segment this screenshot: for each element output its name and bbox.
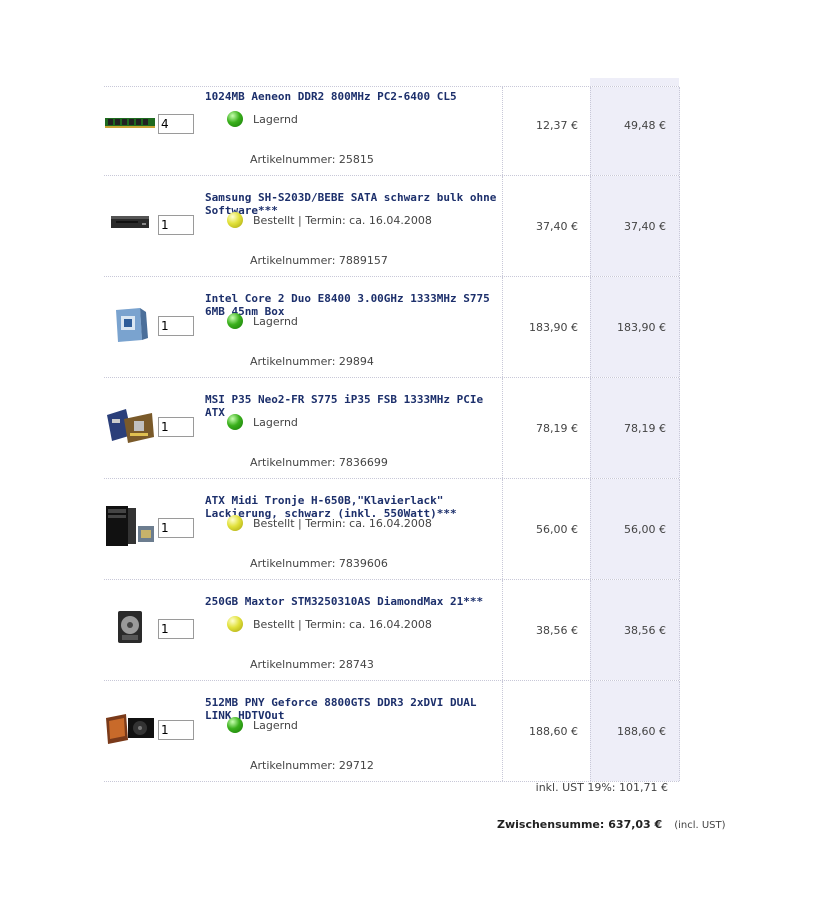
article-number: Artikelnummer: 7836699	[250, 456, 388, 469]
motherboard-icon[interactable]	[104, 405, 156, 445]
graphics-card-icon[interactable]	[104, 708, 156, 748]
status-yellow-icon	[227, 212, 243, 228]
cart-item-row: 250GB Maxtor STM3250310AS DiamondMax 21*…	[104, 580, 680, 681]
product-title-link[interactable]: 1024MB Aeneon DDR2 800MHz PC2-6400 CL5	[205, 90, 505, 103]
line-total: 37,40 €	[624, 220, 666, 233]
cart-item-row: Intel Core 2 Duo E8400 3.00GHz 1333MHz S…	[104, 277, 680, 378]
unit-price: 12,37 €	[536, 119, 578, 132]
vat-line: inkl. UST 19%: 101,71 €	[535, 781, 668, 794]
cart-item-row: Samsung SH-S203D/BEBE SATA schwarz bulk …	[104, 176, 680, 277]
optical-drive-icon[interactable]	[104, 203, 156, 243]
quantity-input[interactable]	[158, 114, 194, 134]
availability-status: Lagernd	[227, 313, 298, 329]
availability-status: Lagernd	[227, 111, 298, 127]
quantity-input[interactable]	[158, 215, 194, 235]
quantity-input[interactable]	[158, 518, 194, 538]
subtotal-label: Zwischensumme:	[497, 818, 605, 831]
subtotal-note: (incl. UST)	[674, 820, 726, 831]
availability-text: Bestellt | Termin: ca. 16.04.2008	[253, 617, 432, 631]
status-green-icon	[227, 111, 243, 127]
article-number: Artikelnummer: 7889157	[250, 254, 388, 267]
cart-item-row: 512MB PNY Geforce 8800GTS DDR3 2xDVI DUA…	[104, 681, 680, 782]
article-number: Artikelnummer: 29712	[250, 759, 374, 772]
unit-price: 188,60 €	[529, 725, 578, 738]
status-yellow-icon	[227, 616, 243, 632]
unit-price: 37,40 €	[536, 220, 578, 233]
line-total: 56,00 €	[624, 523, 666, 536]
total-column-header	[590, 78, 679, 86]
availability-text: Lagernd	[253, 718, 298, 732]
status-green-icon	[227, 717, 243, 733]
article-number: Artikelnummer: 28743	[250, 658, 374, 671]
availability-status: Bestellt | Termin: ca. 16.04.2008	[227, 212, 432, 228]
cart-item-row: MSI P35 Neo2-FR S775 iP35 FSB 1333MHz PC…	[104, 378, 680, 479]
article-number: Artikelnummer: 25815	[250, 153, 374, 166]
product-title-link[interactable]: 250GB Maxtor STM3250310AS DiamondMax 21*…	[205, 595, 505, 608]
availability-text: Bestellt | Termin: ca. 16.04.2008	[253, 516, 432, 530]
line-total: 78,19 €	[624, 422, 666, 435]
availability-status: Lagernd	[227, 717, 298, 733]
unit-price: 38,56 €	[536, 624, 578, 637]
unit-price: 78,19 €	[536, 422, 578, 435]
subtotal: Zwischensumme: 637,03 € (incl. UST)	[497, 818, 726, 831]
status-green-icon	[227, 313, 243, 329]
quantity-input[interactable]	[158, 417, 194, 437]
subtotal-value: 637,03 €	[608, 818, 663, 831]
article-number: Artikelnummer: 7839606	[250, 557, 388, 570]
line-total: 188,60 €	[617, 725, 666, 738]
quantity-input[interactable]	[158, 316, 194, 336]
ram-module-icon[interactable]	[104, 102, 156, 142]
hard-drive-icon[interactable]	[104, 607, 156, 647]
status-yellow-icon	[227, 515, 243, 531]
status-green-icon	[227, 414, 243, 430]
cart-table: 1024MB Aeneon DDR2 800MHz PC2-6400 CL5 La…	[104, 78, 680, 782]
availability-status: Lagernd	[227, 414, 298, 430]
cart-item-row: 1024MB Aeneon DDR2 800MHz PC2-6400 CL5 La…	[104, 87, 680, 176]
availability-status: Bestellt | Termin: ca. 16.04.2008	[227, 616, 432, 632]
line-total: 38,56 €	[624, 624, 666, 637]
unit-price: 183,90 €	[529, 321, 578, 334]
line-total: 183,90 €	[617, 321, 666, 334]
cart-item-row: ATX Midi Tronje H-650B,"Klavierlack" Lac…	[104, 479, 680, 580]
quantity-input[interactable]	[158, 720, 194, 740]
availability-text: Lagernd	[253, 112, 298, 126]
cart-rows: 1024MB Aeneon DDR2 800MHz PC2-6400 CL5 La…	[104, 87, 680, 782]
quantity-input[interactable]	[158, 619, 194, 639]
availability-text: Bestellt | Termin: ca. 16.04.2008	[253, 213, 432, 227]
pc-case-icon[interactable]	[104, 506, 156, 546]
cart-top-row	[104, 78, 679, 87]
cpu-box-icon[interactable]	[104, 304, 156, 344]
article-number: Artikelnummer: 29894	[250, 355, 374, 368]
availability-text: Lagernd	[253, 314, 298, 328]
availability-text: Lagernd	[253, 415, 298, 429]
availability-status: Bestellt | Termin: ca. 16.04.2008	[227, 515, 432, 531]
unit-price: 56,00 €	[536, 523, 578, 536]
line-total: 49,48 €	[624, 119, 666, 132]
